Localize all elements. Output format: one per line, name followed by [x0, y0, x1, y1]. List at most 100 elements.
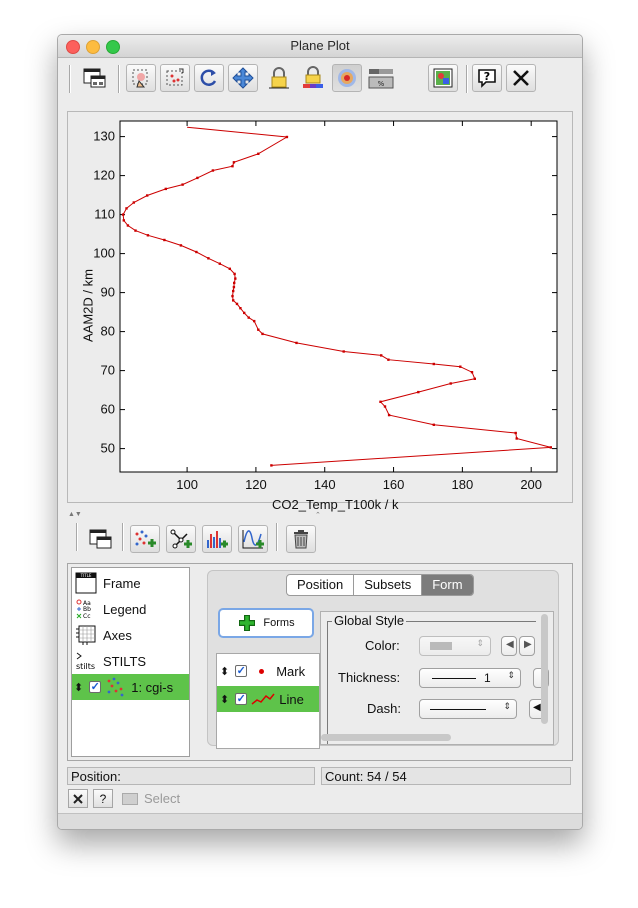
density-button[interactable] — [332, 64, 362, 92]
aux-scale-icon: % — [368, 69, 394, 89]
histogram-add-icon — [207, 531, 228, 548]
prev-color-button[interactable]: ◀ — [501, 636, 517, 656]
form-visible-checkbox[interactable]: ✓ — [235, 665, 248, 677]
add-scatter-button[interactable] — [130, 525, 160, 553]
form-visible-checkbox[interactable]: ✓ — [235, 693, 248, 705]
trash-icon — [294, 530, 308, 549]
color-select[interactable]: ⇕ — [419, 636, 491, 656]
layer-list[interactable]: TITLE Frame Aa Bb Cc Legend Axes stilts ST… — [71, 567, 190, 757]
add-function-button[interactable] — [238, 525, 268, 553]
horizontal-scrollbar[interactable] — [321, 734, 451, 741]
tab-form[interactable]: Form — [422, 575, 473, 595]
select-icon — [122, 792, 138, 805]
form-label: Mark — [276, 663, 306, 679]
tab-subsets[interactable]: Subsets — [354, 575, 423, 595]
color-swatch — [430, 642, 452, 650]
data-point — [146, 194, 149, 197]
close-button[interactable] — [506, 64, 536, 92]
density-icon — [338, 69, 356, 87]
form-item-mark[interactable]: ⬍ ✓ Mark — [217, 658, 319, 684]
global-style-title: Global Style — [332, 613, 407, 628]
data-point — [163, 238, 166, 242]
data-point — [379, 400, 382, 403]
dash-select[interactable]: ⇕ — [419, 699, 517, 719]
data-point — [417, 390, 420, 394]
new-window-button[interactable] — [80, 64, 110, 92]
chevron-left-icon: ◀ — [533, 702, 541, 713]
zoom-button[interactable] — [126, 64, 156, 92]
forms-button[interactable]: Forms — [218, 608, 314, 638]
pan-button[interactable] — [228, 64, 258, 92]
drag-handle-icon[interactable]: ⬍ — [220, 693, 229, 706]
data-point — [164, 187, 167, 191]
add-pair-button[interactable] — [166, 525, 196, 553]
layer-visible-checkbox[interactable]: ✓ — [89, 681, 102, 693]
y-tick-label: 50 — [101, 441, 115, 456]
layer-item-axes[interactable]: Axes — [72, 622, 189, 648]
replot-button[interactable] — [194, 64, 224, 92]
data-point — [261, 332, 264, 336]
data-point — [473, 377, 476, 380]
dash-label: Dash: — [367, 701, 401, 716]
form-item-line[interactable]: ⬍ ✓ Line — [217, 686, 319, 712]
axes-icon — [75, 624, 97, 646]
layer-label: Axes — [103, 627, 132, 643]
plot-panel[interactable]: 100 120 140 160 180 200 50 60 70 80 90 100 110 120 130… — [67, 111, 573, 512]
float-controls-button[interactable] — [86, 525, 116, 553]
line-icon — [251, 693, 275, 705]
split-handle[interactable]: ⌃ — [315, 511, 321, 519]
help-small-button[interactable]: ? — [93, 789, 113, 808]
forms-list[interactable]: ⬍ ✓ Mark ⬍ ✓ Line — [216, 653, 320, 749]
data-point — [549, 446, 552, 449]
data-point — [253, 319, 256, 323]
delete-layer-button[interactable] — [286, 525, 316, 553]
split-arrows[interactable]: ▲▼ — [68, 511, 82, 518]
thickness-select[interactable]: 1 ⇕ — [419, 668, 521, 688]
dash-sample — [430, 709, 486, 710]
data-point — [207, 257, 210, 260]
data-point — [231, 294, 234, 298]
layer-item-scatter[interactable]: ⬍ ✓ 1: cgi-s — [72, 674, 189, 700]
lock-icon — [269, 67, 289, 89]
data-point — [181, 183, 184, 186]
data-point — [195, 250, 198, 254]
window-icon — [89, 529, 112, 549]
next-color-button[interactable]: ▶ — [519, 636, 535, 656]
data-point — [125, 207, 128, 210]
scatter-layer-icon — [105, 676, 127, 698]
svg-text:Cc: Cc — [83, 613, 91, 620]
svg-text:?: ? — [484, 70, 490, 83]
drag-handle-icon[interactable]: ⬍ — [74, 681, 83, 694]
layer-label: STILTS — [103, 653, 147, 669]
select-control[interactable]: Select — [122, 791, 180, 806]
layer-item-legend[interactable]: Aa Bb Cc Legend — [72, 596, 189, 622]
add-histogram-button[interactable] — [202, 525, 232, 553]
tab-position[interactable]: Position — [287, 575, 355, 595]
window-icon — [83, 68, 106, 88]
data-point — [515, 437, 518, 440]
aux-scale-button[interactable]: % — [366, 64, 396, 92]
toolbar-separator — [69, 65, 70, 93]
data-point — [270, 464, 273, 467]
pair-add-icon — [170, 529, 192, 549]
data-point — [231, 165, 234, 168]
vertical-scrollbar[interactable] — [541, 614, 548, 724]
data-point — [295, 341, 298, 345]
lock-axes-button[interactable] — [264, 64, 294, 92]
lock-aux-button[interactable] — [298, 64, 328, 92]
layer-item-stilts[interactable]: stilts STILTS — [72, 648, 189, 674]
tab-bar: Position Subsets Form — [286, 574, 474, 596]
x-tick-label: 180 — [452, 477, 474, 492]
help-button[interactable]: ? — [472, 64, 502, 92]
clear-selection-button[interactable] — [68, 789, 88, 808]
plot-area[interactable]: 100 120 140 160 180 200 50 60 70 80 90 100 110 120 130 — [68, 112, 572, 502]
y-tick-label: 90 — [101, 285, 115, 300]
zoom-region-button[interactable] — [160, 64, 190, 92]
layer-item-frame[interactable]: TITLE Frame — [72, 570, 189, 596]
y-tick-label: 60 — [101, 402, 115, 417]
export-button[interactable] — [428, 64, 458, 92]
data-point — [234, 277, 237, 280]
x-axis-label: CO2_Temp_T100k / k — [272, 497, 399, 512]
drag-handle-icon[interactable]: ⬍ — [220, 665, 229, 678]
y-tick-label: 100 — [93, 246, 115, 261]
